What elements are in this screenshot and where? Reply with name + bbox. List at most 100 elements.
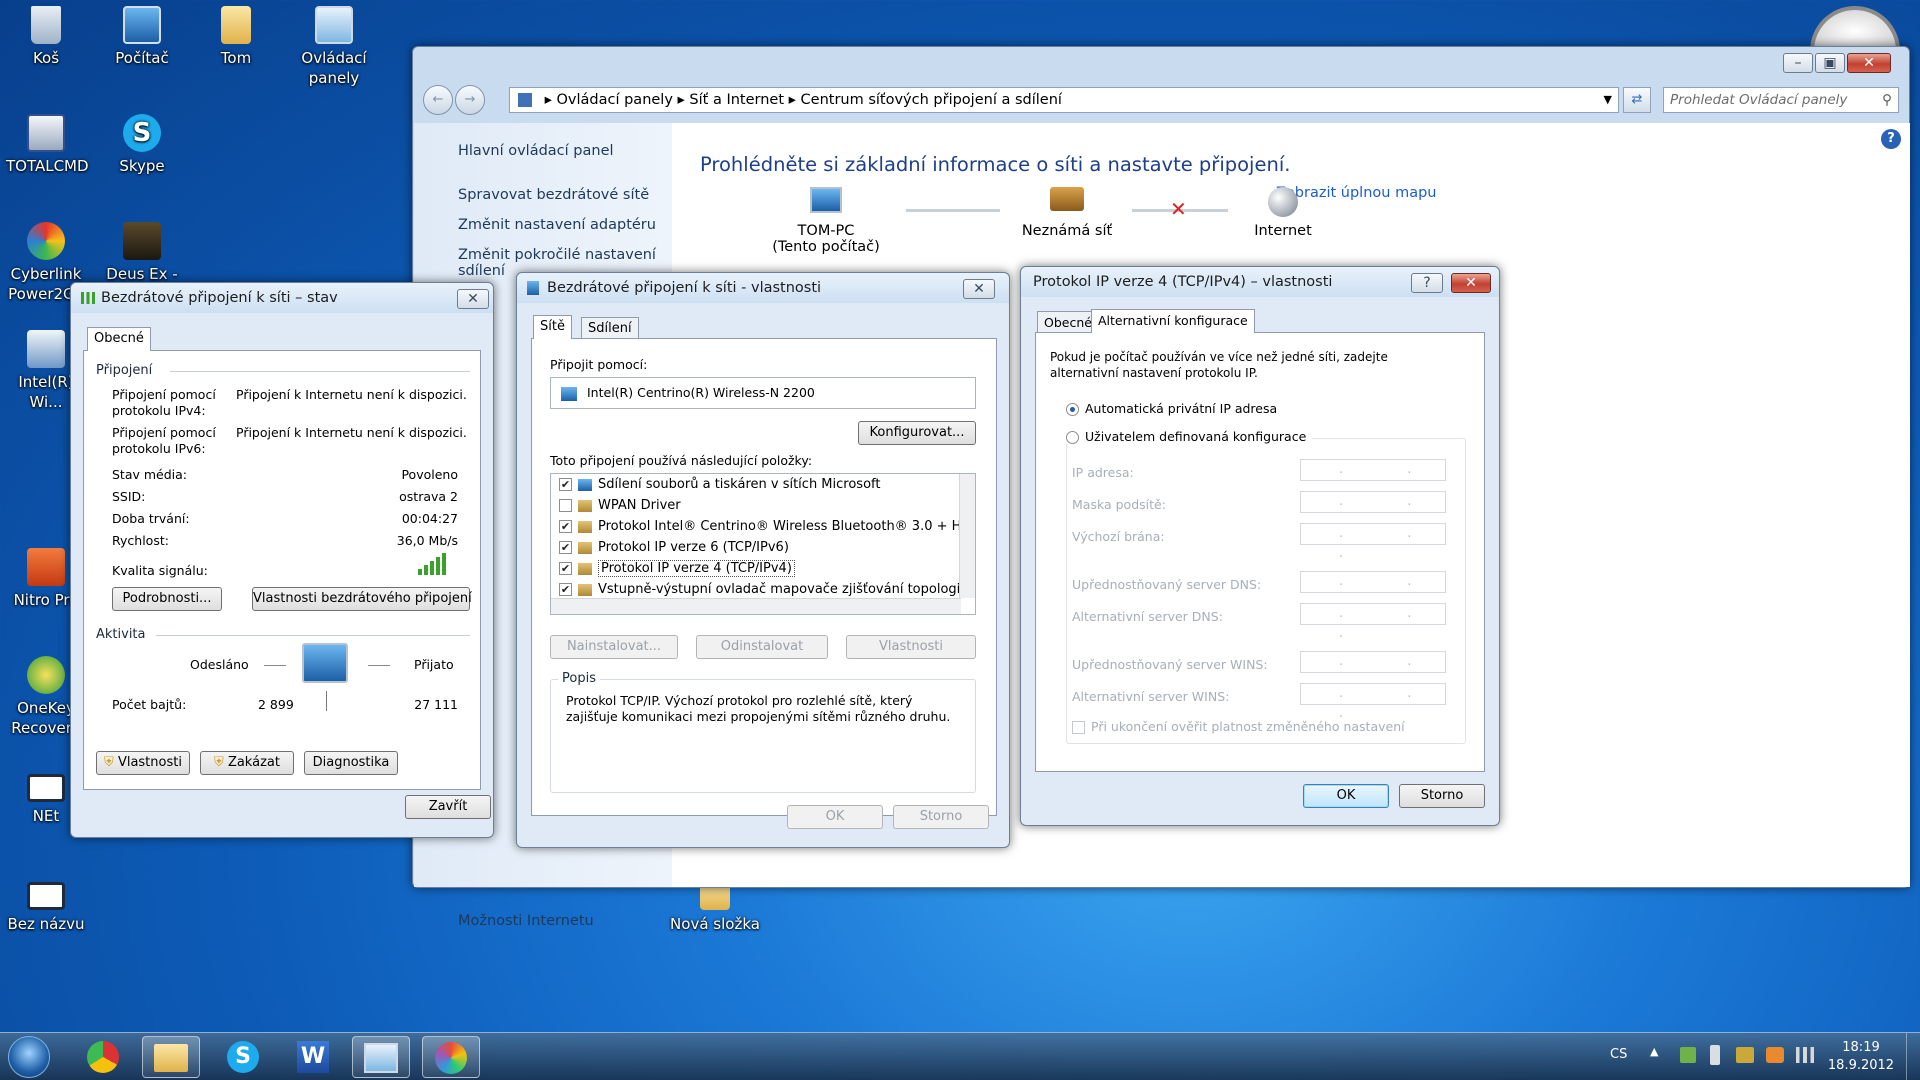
ok-button[interactable]: OK <box>787 805 883 829</box>
close-button[interactable]: ✕ <box>457 289 489 309</box>
desktop-icon-recycle-bin[interactable]: Koš <box>6 6 86 68</box>
help-icon[interactable]: ? <box>1881 129 1901 149</box>
uninstall-button[interactable]: Odinstalovat <box>696 635 828 659</box>
close-button[interactable]: ✕ <box>963 279 995 299</box>
breadcrumb-separator: ▸ <box>677 92 690 108</box>
taskbar-skype[interactable]: S <box>214 1036 272 1078</box>
address-bar[interactable]: ▸ Ovládací panely ▸ Síť a Internet ▸ Cen… <box>509 87 1619 113</box>
close-dialog-button[interactable]: Zavřít <box>405 795 491 819</box>
tray-wifi-icon[interactable] <box>1796 1047 1814 1063</box>
horizontal-scrollbar[interactable] <box>551 598 961 614</box>
taskbar-explorer[interactable] <box>142 1036 200 1078</box>
preferred-wins-field[interactable]: . . . <box>1300 651 1446 689</box>
tray-device-icon[interactable] <box>1710 1045 1720 1065</box>
tab-alternate-config[interactable]: Alternativní konfigurace <box>1091 309 1255 333</box>
window-app-icon <box>27 774 65 802</box>
language-indicator[interactable]: CS <box>1610 1047 1627 1062</box>
desktop-icon-totalcmd[interactable]: TOTALCMD <box>6 114 89 176</box>
error-x-icon: ✕ <box>1170 197 1187 221</box>
radio-user-defined[interactable]: Uživatelem definovaná konfigurace <box>1066 429 1313 444</box>
tab-sharing[interactable]: Sdílení <box>581 317 639 339</box>
list-item[interactable]: ✔ Protokol IP verze 4 (TCP/IPv4) <box>551 558 959 579</box>
window-minimize-button[interactable]: – <box>1783 53 1813 73</box>
preferred-dns-field[interactable]: . . . <box>1300 571 1446 609</box>
tab-general[interactable]: Obecné <box>87 327 151 351</box>
taskbar-control-panel[interactable] <box>352 1036 410 1078</box>
show-hidden-icons-button[interactable]: ▲ <box>1650 1045 1658 1058</box>
clock-date: 18.9.2012 <box>1827 1058 1895 1073</box>
show-desktop-button[interactable] <box>1906 1033 1920 1080</box>
clock[interactable]: 18:19 18.9.2012 <box>1826 1039 1896 1075</box>
adapter-name: Intel(R) Centrino(R) Wireless-N 2200 <box>587 385 815 400</box>
ip-address-field[interactable]: . . . <box>1300 459 1446 497</box>
disable-button[interactable]: ⛨ Zakázat <box>200 751 294 775</box>
desktop-icon-new-folder[interactable]: Nová složka <box>670 882 760 934</box>
sidebar-item-internet-options[interactable]: Možnosti Internetu <box>458 913 594 929</box>
row-ipv6-key: Připojení pomocí protokolu IPv6: <box>112 425 216 456</box>
list-item[interactable]: ✔ Sdílení souborů a tiskáren v sítích Mic… <box>551 474 959 495</box>
breadcrumb-item-network-center[interactable]: Centrum síťových připojení a sdílení <box>801 92 1062 108</box>
items-list[interactable]: ✔ Sdílení souborů a tiskáren v sítích Mic… <box>550 473 976 615</box>
details-button[interactable]: Podrobnosti... <box>112 587 222 611</box>
alternate-wins-field[interactable]: . . . <box>1300 683 1446 721</box>
default-gateway-field[interactable]: . . . <box>1300 523 1446 561</box>
tray-monitor-icon[interactable] <box>1736 1047 1754 1063</box>
wireless-properties-button[interactable]: Vlastnosti bezdrátového připojení <box>252 587 472 611</box>
list-item[interactable]: ✔ Protokol Intel® Centrino® Wireless Blue… <box>551 516 959 537</box>
signal-bar <box>418 569 422 575</box>
tab-networks[interactable]: Sítě <box>533 315 572 339</box>
taskbar-paint[interactable] <box>422 1036 480 1078</box>
breadcrumb-item-control-panel[interactable]: Ovládací panely <box>557 92 673 108</box>
cancel-button[interactable]: Storno <box>1399 784 1485 808</box>
validate-checkbox[interactable]: Při ukončení ověřit platnost změněného n… <box>1072 719 1405 734</box>
tab-general[interactable]: Obecné <box>1037 311 1099 333</box>
diagnose-button[interactable]: Diagnostika <box>304 751 398 775</box>
cancel-button[interactable]: Storno <box>893 805 989 829</box>
search-input[interactable]: Prohledat Ovládací panely ⚲ <box>1663 87 1899 113</box>
desktop-icon-control-panel[interactable]: Ovládací panely <box>292 6 376 88</box>
desktop-icon-user-folder[interactable]: Tom <box>196 6 276 68</box>
list-item[interactable]: ✔ Protokol IP verze 6 (TCP/IPv6) <box>551 537 959 558</box>
vertical-scrollbar[interactable] <box>959 474 975 598</box>
taskbar-word[interactable]: W <box>284 1036 342 1078</box>
sidebar-item-adapter-settings[interactable]: Změnit nastavení adaptéru <box>458 217 656 233</box>
group-activity-label: Aktivita <box>96 627 146 642</box>
item-checkbox[interactable]: ✔ <box>559 562 572 575</box>
alternate-dns-field[interactable]: . . . <box>1300 603 1446 641</box>
breadcrumb-item-network[interactable]: Síť a Internet <box>689 92 784 108</box>
ok-button[interactable]: OK <box>1303 784 1389 808</box>
desktop-icon-skype[interactable]: S Skype <box>102 114 182 176</box>
item-checkbox[interactable] <box>559 499 572 512</box>
taskbar-chrome[interactable] <box>74 1036 132 1078</box>
tray-network-icon[interactable] <box>1680 1047 1696 1063</box>
chevron-down-icon[interactable]: ▼ <box>1604 88 1612 112</box>
item-checkbox[interactable]: ✔ <box>559 541 572 554</box>
signal-bar <box>442 553 446 575</box>
subnet-mask-field[interactable]: . . . <box>1300 491 1446 529</box>
properties-button[interactable]: ⛨ Vlastnosti <box>96 751 190 775</box>
back-button[interactable]: ← <box>423 85 453 115</box>
start-button[interactable] <box>8 1036 50 1078</box>
item-checkbox[interactable]: ✔ <box>559 520 572 533</box>
window-restore-button[interactable]: ▣ <box>1815 53 1845 73</box>
forward-button[interactable]: → <box>455 85 485 115</box>
tray-app-icon[interactable] <box>1766 1047 1784 1063</box>
list-item[interactable]: ✔ Vstupně-výstupní ovladač mapovače zjišť… <box>551 579 959 600</box>
desktop-icon-computer[interactable]: Počítač <box>102 6 182 68</box>
refresh-button[interactable]: ⇄ <box>1623 87 1651 113</box>
help-button[interactable]: ? <box>1411 273 1443 293</box>
properties-dialog: Bezdrátové připojení k síti - vlastnosti… <box>516 272 1010 848</box>
configure-button[interactable]: Konfigurovat... <box>858 421 976 445</box>
install-button[interactable]: Nainstalovat... <box>550 635 678 659</box>
item-checkbox[interactable]: ✔ <box>559 478 572 491</box>
sidebar-item-wireless-networks[interactable]: Spravovat bezdrátové sítě <box>458 187 649 203</box>
list-item[interactable]: WPAN Driver <box>551 495 959 516</box>
sidebar-item-home[interactable]: Hlavní ovládací panel <box>458 143 614 159</box>
item-properties-button[interactable]: Vlastnosti <box>846 635 976 659</box>
window-close-button[interactable]: ✕ <box>1847 53 1891 73</box>
item-checkbox[interactable]: ✔ <box>559 583 572 596</box>
close-button[interactable]: ✕ <box>1451 273 1491 293</box>
desktop-icon-untitled[interactable]: Bez názvu <box>6 882 86 934</box>
desktop-icon-label: Bez názvu <box>7 915 85 933</box>
radio-auto-private-ip[interactable]: Automatická privátní IP adresa <box>1066 401 1277 416</box>
